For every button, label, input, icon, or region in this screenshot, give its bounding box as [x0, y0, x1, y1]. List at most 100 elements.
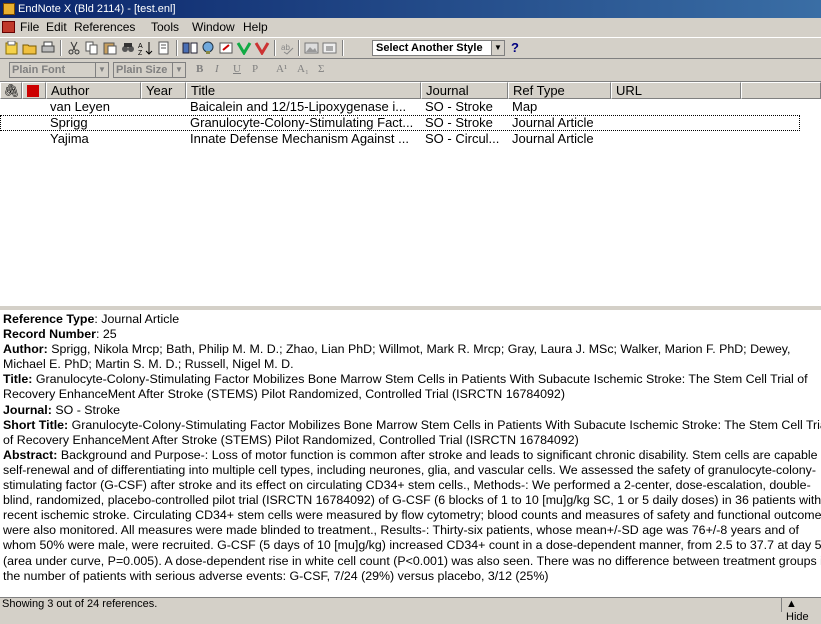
main-toolbar: AZ ab Select Another Style ▼ ?: [0, 37, 821, 59]
toolbar-separator: [176, 40, 178, 56]
size-select-value: Plain Size: [116, 64, 168, 76]
cell-ref-type: Map: [512, 99, 538, 114]
svg-text:ab: ab: [281, 43, 290, 52]
reference-list[interactable]: 🖇 Author Year Title Journal Ref Type URL…: [0, 81, 821, 306]
column-header-title[interactable]: Title: [186, 82, 421, 99]
cell-journal: SO - Circul...: [425, 131, 500, 146]
abstract-value: Background and Purpose-: Loss of motor f…: [3, 447, 821, 583]
toolbar-separator: [274, 40, 276, 56]
cell-author: Sprigg: [50, 115, 88, 130]
column-header-author[interactable]: Author: [46, 82, 141, 99]
column-header-year[interactable]: Year: [141, 82, 186, 99]
cell-author: Yajima: [50, 131, 89, 146]
style-select[interactable]: Select Another Style ▼: [372, 40, 505, 56]
insert-picture-icon[interactable]: [304, 41, 320, 55]
size-select[interactable]: Plain Size ▼: [113, 62, 186, 78]
svg-text:A: A: [138, 43, 143, 50]
paste-icon[interactable]: [102, 41, 118, 55]
cell-journal: SO - Stroke: [425, 99, 493, 114]
toolbar-separator: [60, 40, 62, 56]
endnote-app-icon: [3, 3, 15, 15]
cell-title: Granulocyte-Colony-Stimulating Fact...: [190, 115, 414, 130]
pdf-icon: [27, 85, 39, 97]
menu-tools[interactable]: Tools: [151, 20, 179, 34]
cut-icon[interactable]: [66, 41, 82, 55]
title-bar: EndNote X (Bld 2114) - [test.enl]: [0, 0, 821, 18]
cell-ref-type: Journal Article: [512, 131, 594, 146]
title-label: Title:: [3, 372, 33, 387]
cell-author: van Leyen: [50, 99, 110, 114]
plain-button[interactable]: P: [252, 63, 258, 75]
new-library-icon[interactable]: [4, 40, 20, 55]
column-header-pdf[interactable]: [22, 82, 46, 99]
print-icon[interactable]: [40, 41, 56, 55]
hide-preview-button[interactable]: ▲ Hide: [781, 598, 821, 623]
style-select-value: Select Another Style: [376, 42, 483, 54]
menu-help[interactable]: Help: [243, 20, 268, 34]
preview-pane[interactable]: Reference Type: Journal Article Record N…: [0, 308, 821, 597]
chevron-down-icon[interactable]: ▼: [491, 41, 504, 55]
underline-button[interactable]: U: [233, 63, 241, 75]
short-title-value: Granulocyte-Colony-Stimulating Factor Mo…: [3, 417, 821, 447]
open-library-icon[interactable]: [22, 41, 38, 55]
author-label: Author:: [3, 342, 48, 357]
help-button[interactable]: ?: [511, 40, 519, 55]
insert-object-icon[interactable]: [322, 41, 338, 55]
cell-title: Innate Defense Mechanism Against ...: [190, 131, 409, 146]
column-header-journal[interactable]: Journal: [421, 82, 508, 99]
font-select-value: Plain Font: [12, 64, 66, 76]
font-select[interactable]: Plain Font ▼: [9, 62, 109, 78]
menu-edit[interactable]: Edit: [46, 20, 67, 34]
sort-icon[interactable]: AZ: [138, 41, 154, 57]
symbol-button[interactable]: Σ: [318, 63, 324, 75]
document-icon[interactable]: [2, 21, 15, 33]
show-all-icon[interactable]: [182, 41, 198, 55]
menu-references[interactable]: References: [74, 20, 135, 34]
copy-icon[interactable]: [84, 41, 100, 55]
insert-citation-icon[interactable]: [254, 41, 270, 56]
go-to-word-icon[interactable]: [236, 41, 252, 56]
toolbar-separator: [298, 40, 300, 56]
toolbar-separator: [342, 40, 344, 56]
column-header-blank: [741, 82, 821, 99]
title-value: Granulocyte-Colony-Stimulating Factor Mo…: [3, 372, 808, 402]
hide-label: Hide: [786, 611, 809, 623]
table-row-selected[interactable]: Sprigg Granulocyte-Colony-Stimulating Fa…: [0, 115, 800, 131]
record-number-value: 25: [102, 327, 117, 342]
column-header-url[interactable]: URL: [611, 82, 741, 99]
menu-file[interactable]: File: [20, 20, 39, 34]
table-row[interactable]: Yajima Innate Defense Mechanism Against …: [0, 131, 800, 147]
cell-title: Baicalein and 12/15-Lipoxygenase i...: [190, 99, 407, 114]
column-header-attachment[interactable]: 🖇: [0, 82, 22, 99]
ref-type-label: Reference Type: [3, 312, 95, 326]
author-value: Sprigg, Nikola Mrcp; Bath, Philip M. M. …: [3, 342, 791, 372]
svg-text:Z: Z: [138, 50, 143, 55]
paperclip-icon: 🖇: [3, 83, 20, 98]
copy-formatted-icon[interactable]: [156, 41, 172, 55]
superscript-button[interactable]: A¹: [276, 63, 287, 75]
open-link-icon[interactable]: [218, 41, 234, 55]
cell-journal: SO - Stroke: [425, 115, 493, 130]
status-bar: Showing 3 out of 24 references. ▲ Hide: [0, 597, 821, 623]
abstract-label: Abstract:: [3, 447, 58, 462]
chevron-down-icon[interactable]: ▼: [172, 63, 185, 77]
journal-value: SO - Stroke: [55, 402, 121, 417]
bold-button[interactable]: B: [196, 63, 203, 75]
window-title: EndNote X (Bld 2114) - [test.enl]: [18, 3, 176, 15]
menu-bar: File Edit References Tools Window Help: [0, 18, 821, 36]
format-toolbar: Plain Font ▼ Plain Size ▼ B I U P A¹ A₁ …: [0, 60, 821, 80]
online-search-icon[interactable]: [200, 41, 216, 55]
subscript-button[interactable]: A₁: [297, 63, 309, 75]
table-row[interactable]: van Leyen Baicalein and 12/15-Lipoxygena…: [0, 99, 800, 115]
menu-window[interactable]: Window: [192, 20, 235, 34]
cell-ref-type: Journal Article: [512, 115, 594, 130]
chevron-down-icon[interactable]: ▼: [95, 63, 108, 77]
preview-text: Reference Type: Journal Article Record N…: [3, 312, 821, 584]
column-header-ref-type[interactable]: Ref Type: [508, 82, 611, 99]
italic-button[interactable]: I: [215, 63, 219, 75]
ref-type-value: Journal Article: [101, 312, 180, 326]
journal-label: Journal:: [3, 402, 52, 417]
arrow-up-icon: ▲: [786, 598, 797, 610]
spell-check-icon[interactable]: ab: [280, 41, 296, 55]
find-icon[interactable]: [120, 41, 136, 55]
